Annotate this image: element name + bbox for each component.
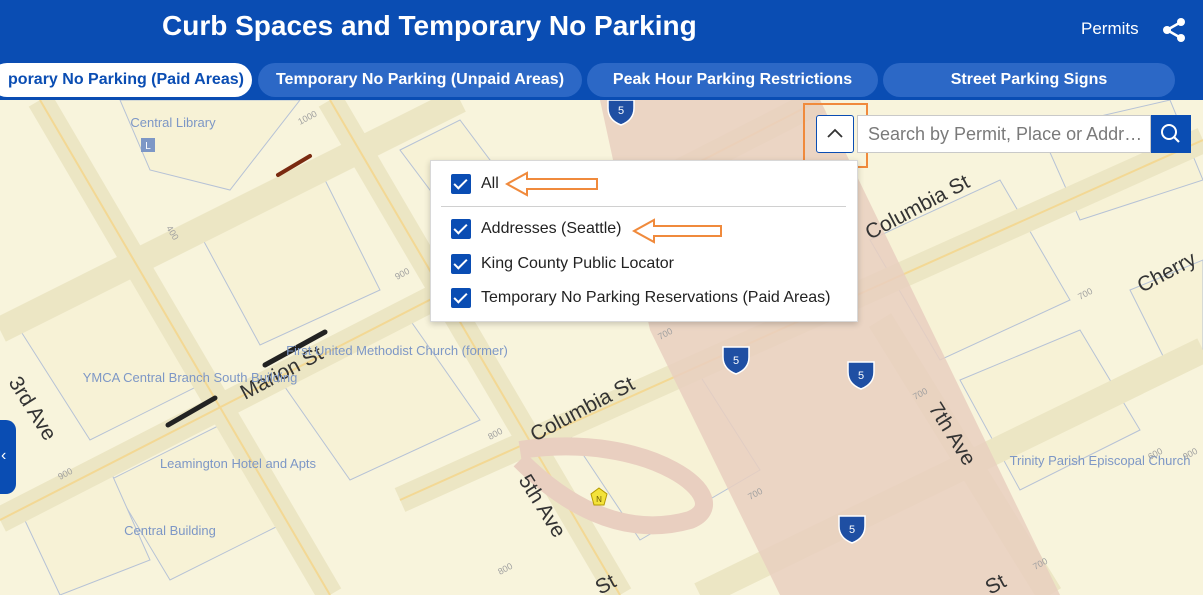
option-label: King County Public Locator xyxy=(481,255,674,272)
option-label: All xyxy=(481,175,499,192)
search-input[interactable] xyxy=(858,116,1148,152)
svg-text:5: 5 xyxy=(858,370,864,382)
library-icon: L xyxy=(141,138,155,152)
checkbox[interactable] xyxy=(451,288,471,308)
source-option-addresses[interactable]: Addresses (Seattle) xyxy=(451,218,622,240)
svg-text:5: 5 xyxy=(733,355,739,367)
option-label: Temporary No Parking Reservations (Paid … xyxy=(481,289,831,306)
tab-street-signs[interactable]: Street Parking Signs xyxy=(883,63,1175,97)
place-label: Central Library xyxy=(130,115,216,130)
collapse-button[interactable] xyxy=(816,115,854,153)
place-label: First United Methodist Church (former) xyxy=(286,343,508,358)
search-icon xyxy=(1161,124,1180,143)
tab-peak-hour[interactable]: Peak Hour Parking Restrictions xyxy=(587,63,878,97)
source-option-all[interactable]: All xyxy=(451,173,499,195)
place-label: YMCA Central Branch South Building xyxy=(83,370,298,385)
source-option-king-county[interactable]: King County Public Locator xyxy=(451,253,674,275)
svg-text:L: L xyxy=(145,141,151,152)
checkbox[interactable] xyxy=(451,219,471,239)
checkbox[interactable] xyxy=(451,174,471,194)
svg-text:5: 5 xyxy=(618,105,624,117)
search-button[interactable] xyxy=(1151,115,1191,153)
option-label: Addresses (Seattle) xyxy=(481,220,622,237)
permits-link[interactable]: Permits xyxy=(1081,19,1139,39)
svg-text:N: N xyxy=(596,495,602,504)
share-icon[interactable] xyxy=(1160,16,1188,44)
source-option-reservations[interactable]: Temporary No Parking Reservations (Paid … xyxy=(451,287,830,309)
place-label: Central Building xyxy=(124,523,216,538)
app-title: Curb Spaces and Temporary No Parking xyxy=(162,10,697,41)
annotation-arrow-icon xyxy=(632,218,722,244)
tab-paid-areas[interactable]: porary No Parking (Paid Areas) xyxy=(0,63,252,97)
tab-label: porary No Parking (Paid Areas) xyxy=(8,71,244,88)
chevron-up-icon xyxy=(827,128,843,138)
app-header: Curb Spaces and Temporary No Parking Per… xyxy=(0,0,1203,100)
side-panel-toggle[interactable]: ‹ xyxy=(0,420,16,494)
tab-label: Temporary No Parking (Unpaid Areas) xyxy=(275,71,565,88)
place-label: Leamington Hotel and Apts xyxy=(160,456,317,471)
tab-label: Peak Hour Parking Restrictions xyxy=(612,71,853,88)
divider xyxy=(441,206,846,207)
annotation-arrow-icon xyxy=(505,171,598,197)
checkbox[interactable] xyxy=(451,254,471,274)
tab-unpaid-areas[interactable]: Temporary No Parking (Unpaid Areas) xyxy=(258,63,582,97)
search-field[interactable] xyxy=(857,115,1151,153)
place-label: Trinity Parish Episcopal Church xyxy=(1010,453,1191,468)
tab-label: Street Parking Signs xyxy=(950,71,1108,88)
svg-text:5: 5 xyxy=(849,524,855,536)
chevron-left-icon: ‹ xyxy=(1,447,7,464)
